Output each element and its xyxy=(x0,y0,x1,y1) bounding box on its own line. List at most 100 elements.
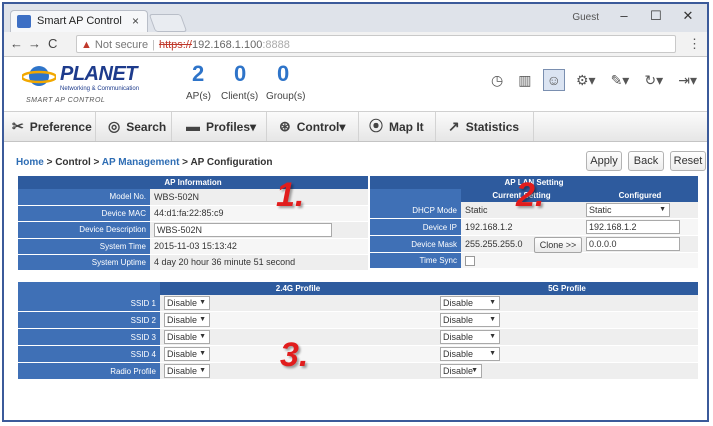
chevron-down-icon: ▾ xyxy=(339,120,346,134)
menu-statistics[interactable]: ↗ Statistics xyxy=(436,112,534,141)
device-description-label: Device Description xyxy=(18,221,150,239)
ssid3-label: SSID 3 xyxy=(18,328,160,346)
annotation-1: 1. xyxy=(276,176,305,214)
bar-chart-icon[interactable]: ▥ xyxy=(514,69,535,91)
close-tab-icon[interactable]: × xyxy=(132,14,139,28)
user-icon[interactable]: ☺ xyxy=(542,69,565,91)
ssid4-label: SSID 4 xyxy=(18,345,160,363)
toolbar-icons: ◷ ▥ ☺ ⚙▾ ✎▾ ↻▾ ⇥▾ xyxy=(483,69,701,93)
ssid3-24g-select[interactable]: Disable ▼ xyxy=(164,330,210,344)
ap-information-table: AP Information Model No. WBS-502N Device… xyxy=(18,176,368,271)
gear-icon[interactable]: ⚙▾ xyxy=(572,69,600,91)
table-row: Radio Profile Disable ▼ Disable ▼ xyxy=(18,362,698,380)
ssid1-label: SSID 1 xyxy=(18,295,160,312)
menu-profiles[interactable]: ▬ Profiles▾ xyxy=(172,112,267,141)
ssid4-24g-select[interactable]: Disable ▼ xyxy=(164,347,210,361)
ap-information-header: AP Information xyxy=(18,176,368,189)
ssid4-5g-select[interactable]: Disable ▼ xyxy=(440,347,500,361)
steering-wheel-icon: ⊛ xyxy=(279,118,291,134)
menu-control-label: Control xyxy=(296,120,340,134)
user-badge[interactable]: Guest xyxy=(572,12,599,23)
menu-control[interactable]: ⊛ Control▾ xyxy=(267,112,359,141)
model-no-label: Model No. xyxy=(18,189,150,206)
dashboard-icon[interactable]: ◷ xyxy=(487,69,507,91)
reset-button[interactable]: Reset xyxy=(670,151,706,171)
radio-profile-5g-select[interactable]: Disable ▼ xyxy=(440,364,482,378)
time-sync-checkbox[interactable] xyxy=(465,255,475,266)
device-mask-field[interactable]: 0.0.0.0 xyxy=(586,237,680,251)
forward-arrow-icon[interactable]: → xyxy=(28,36,41,51)
device-description-field[interactable]: WBS-502N xyxy=(154,222,332,237)
refresh-icon[interactable]: ↻▾ xyxy=(640,69,667,91)
back-button[interactable]: Back xyxy=(628,151,664,171)
system-uptime-value: 4 day 20 hour 36 minute 51 second xyxy=(150,254,368,271)
tools-icon: ✂ xyxy=(12,118,24,134)
radio-profile-24g-select[interactable]: Disable ▼ xyxy=(164,364,210,378)
system-time-label: System Time xyxy=(18,238,150,255)
menu-profiles-label: Profiles xyxy=(206,120,251,134)
logo-subtitle: Networking & Communication xyxy=(60,86,140,92)
ssid1-24g-select[interactable]: Disable ▼ xyxy=(164,296,210,310)
trend-arrow-icon: ↗ xyxy=(448,118,460,134)
ssid3-5g-select[interactable]: Disable ▼ xyxy=(440,330,500,344)
close-window-button[interactable]: ✕ xyxy=(677,8,699,26)
maximize-button[interactable]: ☐ xyxy=(645,8,667,26)
breadcrumb-ap-management[interactable]: AP Management xyxy=(102,157,180,168)
menu-map-it[interactable]: ⦿ Map It xyxy=(359,112,436,141)
table-row: SSID 3 Disable ▼ Disable ▼ xyxy=(18,328,698,346)
breadcrumb-current: AP Configuration xyxy=(190,157,273,168)
device-ip-current: 192.168.1.2 xyxy=(461,218,582,236)
menu-preference[interactable]: ✂ Preference xyxy=(4,112,96,141)
ssid2-5g-select[interactable]: Disable ▼ xyxy=(440,313,500,327)
ssid2-24g-select[interactable]: Disable ▼ xyxy=(164,313,210,327)
back-arrow-icon[interactable]: ← xyxy=(10,36,23,51)
ap-count[interactable]: 2 xyxy=(192,61,204,87)
client-count[interactable]: 0 xyxy=(234,61,246,87)
app-header: PLANET Networking & Communication SMART … xyxy=(4,57,707,112)
apply-button[interactable]: Apply xyxy=(586,151,622,171)
table-row: SSID 2 Disable ▼ Disable ▼ xyxy=(18,311,698,329)
ssid2-label: SSID 2 xyxy=(18,311,160,329)
dhcp-mode-select[interactable]: Static ▼ xyxy=(586,203,670,217)
menu-search[interactable]: ◎ Search xyxy=(96,112,172,141)
browser-tab[interactable]: Smart AP Control × xyxy=(10,10,148,32)
chevron-down-icon: ▼ xyxy=(659,206,666,213)
ap-count-label: AP(s) xyxy=(186,91,211,102)
not-secure-label: Not secure xyxy=(94,39,149,51)
breadcrumb: Home > Control > AP Management > AP Conf… xyxy=(16,157,273,168)
clone-button[interactable]: Clone >> xyxy=(534,237,582,253)
tab-strip: Smart AP Control × Guest – ☐ ✕ xyxy=(4,4,707,32)
device-ip-field[interactable]: 192.168.1.2 xyxy=(586,220,680,234)
annotation-2: 2. xyxy=(516,176,545,214)
group-count[interactable]: 0 xyxy=(277,61,289,87)
favicon-icon xyxy=(17,15,31,28)
profile-24g-header: 2.4G Profile xyxy=(160,282,436,295)
menu-mapit-label: Map It xyxy=(389,120,424,134)
device-mac-value: 44:d1:fa:22:85:c9 xyxy=(150,205,368,222)
address-bar: ← → C ▲ Not secure | https://192.168.1.100:… xyxy=(4,32,707,57)
tab-title: Smart AP Control xyxy=(37,15,122,27)
search-icon: ◎ xyxy=(108,118,121,134)
map-pin-icon: ⦿ xyxy=(369,118,383,134)
browser-menu-icon[interactable]: ⋮ xyxy=(688,36,701,52)
main-menu: ✂ Preference ◎ Search ▬ Profiles▾ ⊛ Control▾… xyxy=(4,112,707,142)
system-time-value: 2015-11-03 15:13:42 xyxy=(150,238,368,255)
radio-profile-label: Radio Profile xyxy=(18,362,160,380)
logout-icon[interactable]: ⇥▾ xyxy=(674,69,701,91)
ssid1-5g-select[interactable]: Disable ▼ xyxy=(440,296,500,310)
wrench-icon[interactable]: ✎▾ xyxy=(607,69,634,91)
profile-5g-header: 5G Profile xyxy=(436,282,698,295)
chevron-down-icon: ▾ xyxy=(250,120,257,134)
client-count-label: Client(s) xyxy=(221,91,259,102)
dhcp-mode-label: DHCP Mode xyxy=(370,202,461,219)
minimize-button[interactable]: – xyxy=(613,8,635,26)
group-count-label: Group(s) xyxy=(266,91,306,102)
url-port: :8888 xyxy=(262,39,290,51)
reload-icon[interactable]: C xyxy=(48,36,57,51)
url-field[interactable]: ▲ Not secure | https://192.168.1.100:8888 xyxy=(76,35,676,53)
time-sync-label: Time Sync xyxy=(370,252,461,269)
folder-icon: ▬ xyxy=(186,118,200,134)
browser-window: Smart AP Control × Guest – ☐ ✕ ← → C ▲ No… xyxy=(2,2,709,422)
new-tab-button[interactable] xyxy=(148,14,188,32)
breadcrumb-home[interactable]: Home xyxy=(16,157,44,168)
